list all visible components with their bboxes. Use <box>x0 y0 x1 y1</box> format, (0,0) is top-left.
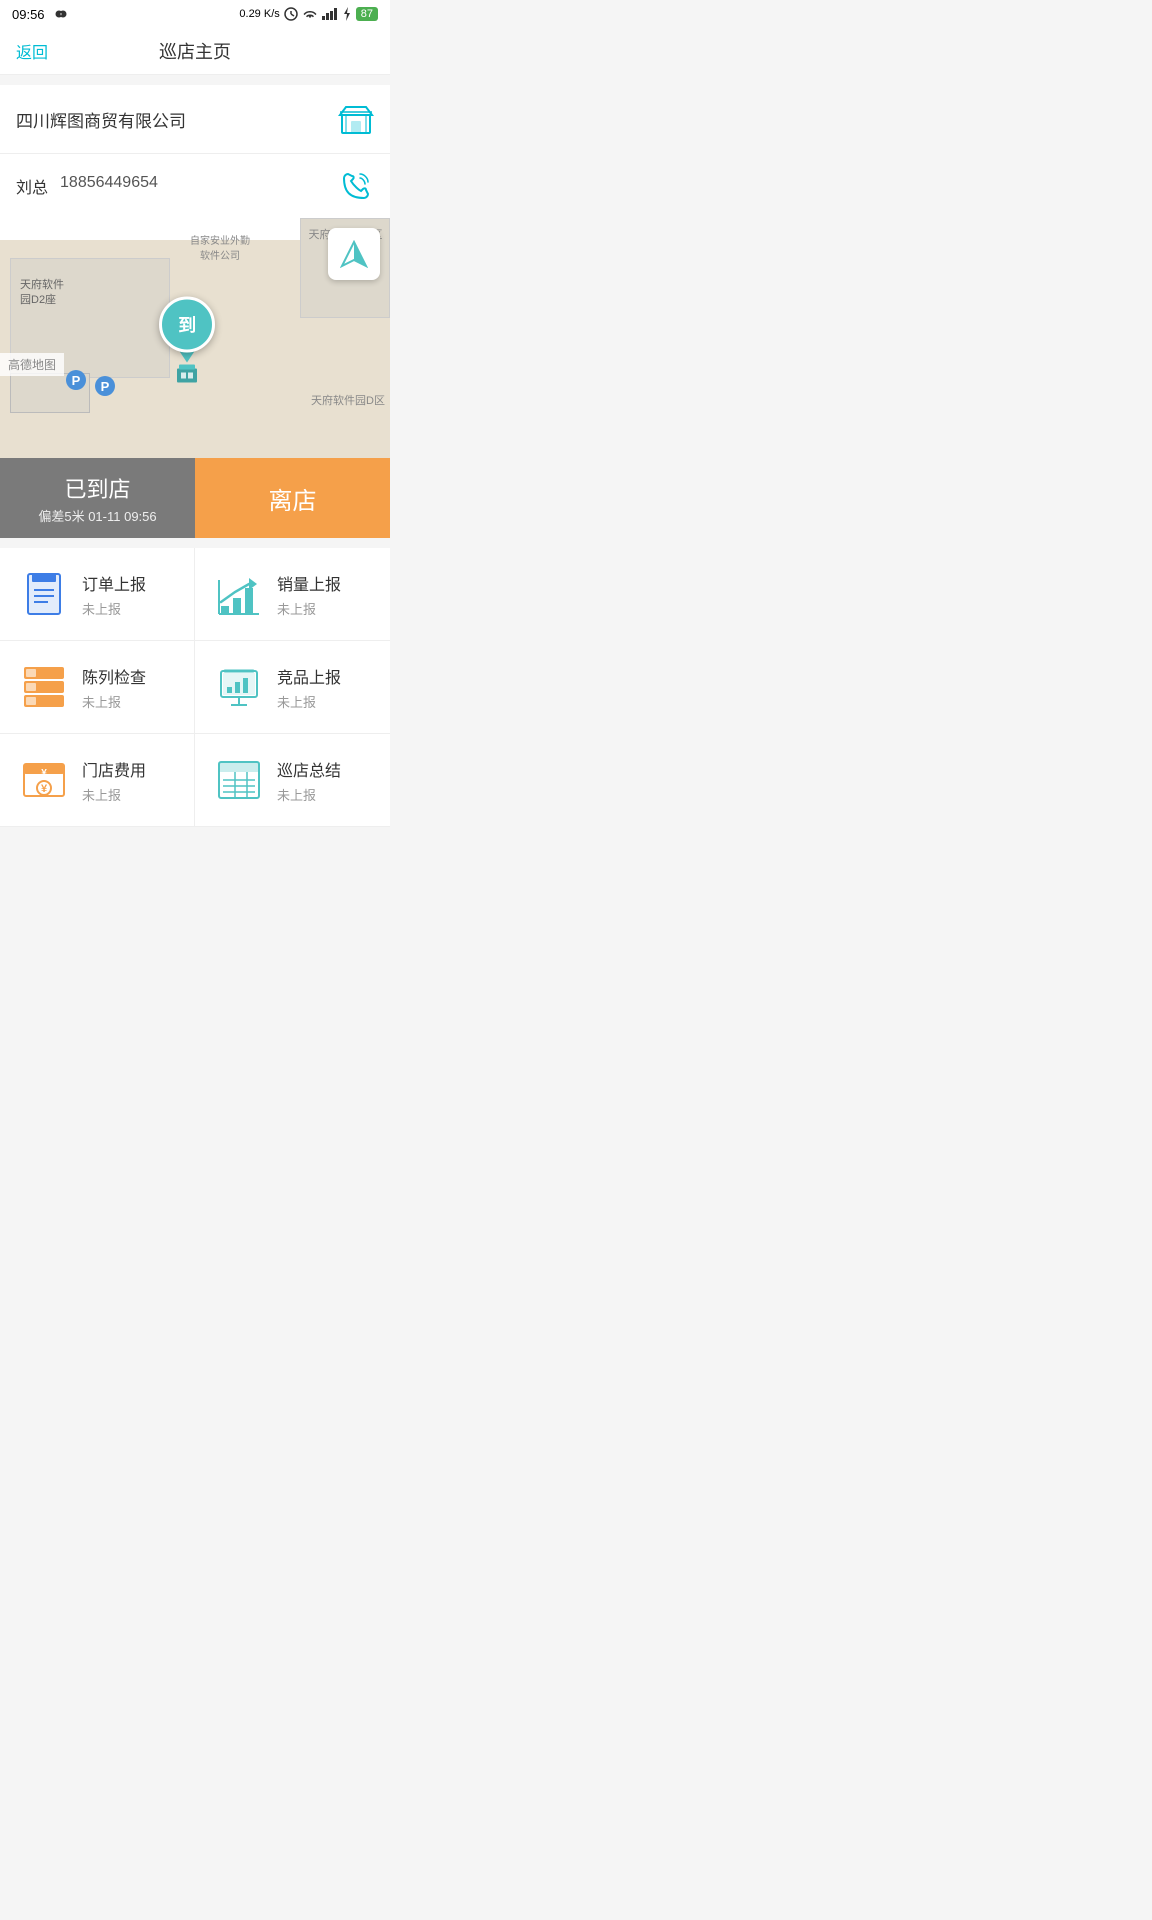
location-marker: 到 <box>159 296 215 389</box>
arrived-label: 已到店 <box>64 472 130 504</box>
contact-name: 刘总 <box>16 174 48 198</box>
phone-icon[interactable] <box>338 168 374 204</box>
svg-text:¥: ¥ <box>41 768 47 779</box>
display-icon <box>20 663 68 711</box>
competitor-icon <box>215 663 263 711</box>
func-expense[interactable]: ¥ ¥ 门店费用 未上报 <box>0 734 195 827</box>
order-title: 订单上报 <box>82 571 146 595</box>
navigate-button[interactable] <box>328 228 380 280</box>
display-title: 陈列检查 <box>82 664 146 688</box>
map-label-soft-park: 天府软件园D2座 <box>20 278 64 309</box>
leave-label: 离店 <box>269 481 317 516</box>
expense-icon: ¥ ¥ <box>20 756 68 804</box>
contact-row: 刘总 18856449654 <box>0 154 390 218</box>
summary-title: 巡店总结 <box>277 757 341 781</box>
info-section: 四川辉图商贸有限公司 刘总 18856449654 <box>0 85 390 218</box>
competitor-title: 竞品上报 <box>277 664 341 688</box>
navigate-icon <box>340 240 368 268</box>
func-summary[interactable]: 巡店总结 未上报 <box>195 734 390 827</box>
func-sales[interactable]: 销量上报 未上报 <box>195 548 390 641</box>
function-grid: 订单上报 未上报 销量上报 未上报 <box>0 548 390 827</box>
signal-icon <box>322 8 338 20</box>
order-icon <box>20 570 68 618</box>
clock-icon <box>284 7 298 21</box>
map-parking-2: P <box>95 376 115 396</box>
nav-bar: 返回 巡店主页 <box>0 28 390 75</box>
network-speed: 0.29 K/s <box>239 8 279 20</box>
map-section: 天府软件园D区 天府软件园D2座 自家安业外勤软件公司 天府软件园D区 P P … <box>0 218 390 458</box>
status-time: 09:56 <box>12 7 45 22</box>
sales-icon <box>215 570 263 618</box>
wifi-icon <box>302 8 318 20</box>
charging-icon <box>342 7 352 21</box>
display-status: 未上报 <box>82 692 146 711</box>
leave-button[interactable]: 离店 <box>195 458 390 538</box>
arrived-sub: 偏差5米 01-11 09:56 <box>38 506 156 525</box>
map-label-bottom: 天府软件园D区 <box>311 392 385 408</box>
back-button[interactable]: 返回 <box>16 39 48 63</box>
func-display[interactable]: 陈列检查 未上报 <box>0 641 195 734</box>
expense-status: 未上报 <box>82 785 146 804</box>
svg-text:¥: ¥ <box>41 783 48 795</box>
map-bottom-buttons: 已到店 偏差5米 01-11 09:56 离店 <box>0 458 390 538</box>
map-brand: 高德地图 <box>0 353 64 376</box>
status-bar: 09:56 0.29 K/s 87 <box>0 0 390 28</box>
sales-status: 未上报 <box>277 599 341 618</box>
func-order[interactable]: 订单上报 未上报 <box>0 548 195 641</box>
contact-phone: 18856449654 <box>60 174 158 198</box>
marker-building-icon <box>171 364 203 389</box>
arrived-button[interactable]: 已到店 偏差5米 01-11 09:56 <box>0 458 195 538</box>
page-title: 巡店主页 <box>159 38 231 64</box>
summary-status: 未上报 <box>277 785 341 804</box>
summary-icon <box>215 756 263 804</box>
map-label-office: 自家安业外勤软件公司 <box>170 232 270 262</box>
marker-label: 到 <box>178 311 196 337</box>
expense-title: 门店费用 <box>82 757 146 781</box>
shop-icon <box>338 101 374 137</box>
company-row: 四川辉图商贸有限公司 <box>0 85 390 154</box>
sales-title: 销量上报 <box>277 571 341 595</box>
company-name: 四川辉图商贸有限公司 <box>16 107 186 132</box>
infinity-icon <box>51 7 71 21</box>
battery-level: 87 <box>356 7 378 21</box>
parking-sign: P <box>66 370 86 390</box>
order-status: 未上报 <box>82 599 146 618</box>
competitor-status: 未上报 <box>277 692 341 711</box>
func-competitor[interactable]: 竞品上报 未上报 <box>195 641 390 734</box>
